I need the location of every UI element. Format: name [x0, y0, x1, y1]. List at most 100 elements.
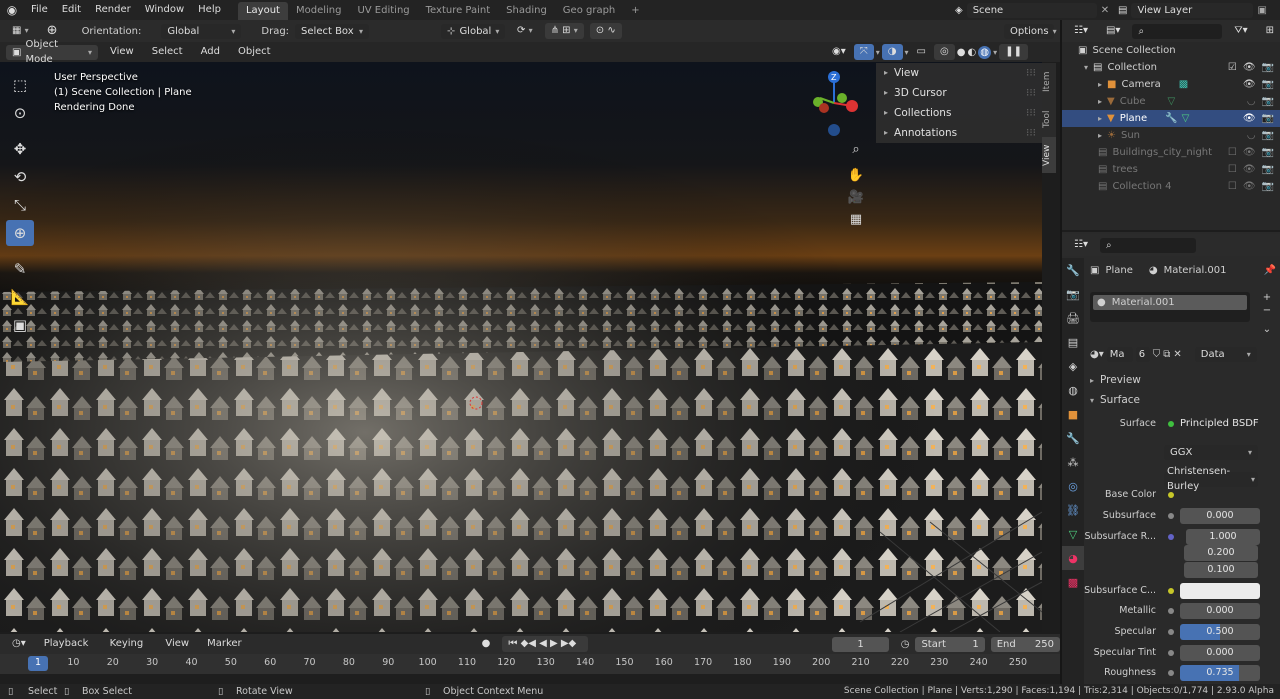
- physics-tab-icon[interactable]: ◎: [1062, 474, 1084, 498]
- render-tab-icon[interactable]: 📷: [1062, 282, 1084, 306]
- tab-tool[interactable]: Tool: [1042, 101, 1056, 137]
- render-camera-icon[interactable]: 📷: [1262, 127, 1274, 144]
- data-tab-icon[interactable]: ▽: [1062, 522, 1084, 546]
- menu-render[interactable]: Render: [88, 0, 138, 20]
- subsurface-radius-z[interactable]: 0.100: [1184, 562, 1258, 578]
- snap-icon[interactable]: ⋔ ⊞ ▾: [544, 23, 584, 39]
- outliner-item-collection[interactable]: ▾ ▤ Collection ☑ 👁 📷: [1062, 59, 1280, 76]
- render-camera-icon[interactable]: 📷: [1262, 59, 1274, 76]
- proportional-edit-icon[interactable]: ⊙ ∿: [589, 23, 622, 39]
- panel-annotations[interactable]: ▸ Annotations ⁝⁝⁝: [876, 123, 1042, 143]
- select-box-icon[interactable]: ⬚: [6, 72, 34, 98]
- drag-dropdown[interactable]: Select Box ▾: [295, 23, 370, 39]
- timeline-editor-icon[interactable]: ◷▾: [6, 636, 32, 652]
- close-icon[interactable]: ▣: [1257, 5, 1266, 16]
- 3d-viewport[interactable]: [0, 62, 1042, 632]
- tab-uv-editing[interactable]: UV Editing: [349, 2, 417, 20]
- menu-marker[interactable]: Marker: [201, 636, 248, 652]
- xray-icon[interactable]: ▭: [911, 44, 932, 60]
- material-slot[interactable]: ● Material.001: [1093, 295, 1247, 310]
- options-dropdown[interactable]: Options ▾: [1004, 23, 1057, 39]
- world-tab-icon[interactable]: ◍: [1062, 378, 1084, 402]
- new-collection-icon[interactable]: ⊞: [1260, 23, 1280, 39]
- roughness-field[interactable]: 0.735: [1180, 664, 1260, 681]
- subsurface-color-swatch[interactable]: [1180, 582, 1260, 599]
- orientation-dropdown[interactable]: Global ▾: [161, 23, 242, 39]
- record-icon[interactable]: ●: [476, 636, 497, 652]
- eye-icon[interactable]: 👁: [1243, 76, 1256, 93]
- constraints-tab-icon[interactable]: ⛓: [1062, 498, 1084, 522]
- end-frame-field[interactable]: End 250: [990, 636, 1060, 652]
- render-camera-icon[interactable]: 📷: [1262, 76, 1274, 93]
- shading-wireframe-icon[interactable]: ◎: [933, 44, 955, 60]
- outliner-editor-icon[interactable]: ☷▾: [1068, 23, 1094, 39]
- menu-help[interactable]: Help: [191, 0, 228, 20]
- duplicate-icon[interactable]: ⧉: [1163, 349, 1170, 360]
- start-frame-field[interactable]: Start 1: [915, 636, 985, 652]
- panel-view[interactable]: ▸ View ⁝⁝⁝: [876, 63, 1042, 83]
- shading-material-icon[interactable]: ◐: [967, 47, 976, 58]
- subsurface-radius-x[interactable]: 1.000: [1186, 528, 1260, 545]
- menu-select[interactable]: Select: [146, 44, 189, 60]
- mode-dropdown[interactable]: ▣ Object Mode ▾: [6, 39, 98, 65]
- overlay-toggle-icon[interactable]: ◑: [881, 44, 903, 60]
- eye-icon[interactable]: 👁: [1243, 110, 1256, 127]
- outliner-item-sun[interactable]: ▸ ☀ Sun ◡ 📷: [1062, 127, 1280, 144]
- unlink-icon[interactable]: ✕: [1173, 349, 1181, 360]
- modifier-tab-icon[interactable]: 🔧: [1062, 426, 1084, 450]
- panel-preview[interactable]: ▸ Preview: [1090, 372, 1276, 388]
- filter-icon[interactable]: ⛛▾: [1228, 23, 1253, 39]
- texture-tab-icon[interactable]: ▩: [1062, 570, 1084, 594]
- object-tab-icon[interactable]: ■: [1062, 402, 1084, 426]
- rotate-icon[interactable]: ⟲: [6, 164, 34, 190]
- outliner-item-cube[interactable]: ▸ ▼ Cube ▽ ◡ 📷: [1062, 93, 1280, 110]
- tab-item[interactable]: Item: [1042, 63, 1056, 101]
- menu-timeline-view[interactable]: View: [159, 636, 195, 652]
- checkbox-icon[interactable]: ☐: [1228, 161, 1237, 178]
- render-camera-icon[interactable]: 📷: [1262, 161, 1274, 178]
- float-socket-icon[interactable]: [1168, 628, 1174, 635]
- panel-surface[interactable]: ▾ Surface: [1090, 392, 1276, 408]
- link-dropdown[interactable]: Data ▾: [1194, 346, 1257, 362]
- eye-icon[interactable]: 👁: [1243, 178, 1256, 195]
- render-camera-icon[interactable]: 📷: [1262, 93, 1274, 110]
- scene-name-field[interactable]: Scene: [966, 2, 1097, 18]
- outliner-search-input[interactable]: ⌕: [1132, 23, 1223, 39]
- camera-view-icon[interactable]: 🎥: [845, 186, 867, 208]
- menu-window[interactable]: Window: [138, 0, 191, 20]
- transform-orientation-dropdown[interactable]: ⊹ Global ▾: [441, 23, 506, 39]
- specular-field[interactable]: 0.500: [1180, 623, 1260, 640]
- timeline-scrollbar[interactable]: [0, 674, 1060, 684]
- distribution-dropdown[interactable]: GGX ▾: [1164, 445, 1258, 461]
- menu-file[interactable]: File: [24, 0, 55, 20]
- tab-layout[interactable]: Layout: [237, 1, 288, 20]
- outliner-item-buildings[interactable]: ▤ Buildings_city_night ☐ 👁 📷: [1062, 144, 1280, 161]
- panel-3d-cursor[interactable]: ▸ 3D Cursor ⁝⁝⁝: [876, 83, 1042, 103]
- slot-specials-icon[interactable]: ⌄: [1263, 324, 1271, 335]
- view-layer-tab-icon[interactable]: ▤: [1062, 330, 1084, 354]
- color-socket-icon[interactable]: [1168, 587, 1174, 594]
- color-socket-icon[interactable]: [1168, 491, 1174, 498]
- material-slot-list[interactable]: ● Material.001: [1090, 292, 1250, 322]
- properties-editor-icon[interactable]: ☷▾: [1068, 237, 1094, 253]
- menu-add[interactable]: Add: [195, 44, 226, 60]
- fake-user-icon[interactable]: ⛉: [1153, 349, 1161, 360]
- playback-controls-icon[interactable]: ⏮ ◆◀ ◀ ▶ ▶◆ ⏭: [502, 636, 589, 665]
- tab-view[interactable]: View: [1042, 137, 1056, 173]
- transform-icon[interactable]: ⊕: [6, 220, 34, 246]
- current-frame-field[interactable]: 1: [832, 636, 889, 652]
- menu-keying[interactable]: Keying ▾: [104, 636, 154, 664]
- panel-collections[interactable]: ▸ Collections ⁝⁝⁝: [876, 103, 1042, 123]
- close-icon[interactable]: ✕: [1101, 5, 1109, 16]
- properties-search-input[interactable]: ⌕: [1099, 237, 1196, 253]
- specular-tint-field[interactable]: 0.000: [1180, 644, 1260, 661]
- tab-modeling[interactable]: Modeling: [288, 2, 350, 20]
- subsurface-method-dropdown[interactable]: Christensen-Burley ▾: [1164, 466, 1258, 492]
- menu-playback[interactable]: Playback ▾: [38, 636, 98, 664]
- float-socket-icon[interactable]: [1168, 669, 1174, 676]
- eye-closed-icon[interactable]: ◡: [1247, 93, 1256, 110]
- tab-geo-graph[interactable]: Geo graph: [555, 2, 623, 20]
- material-browse-icon[interactable]: ◕▾: [1090, 349, 1104, 360]
- scale-icon[interactable]: ⤡: [6, 192, 34, 218]
- ortho-grid-icon[interactable]: ▦: [845, 208, 867, 230]
